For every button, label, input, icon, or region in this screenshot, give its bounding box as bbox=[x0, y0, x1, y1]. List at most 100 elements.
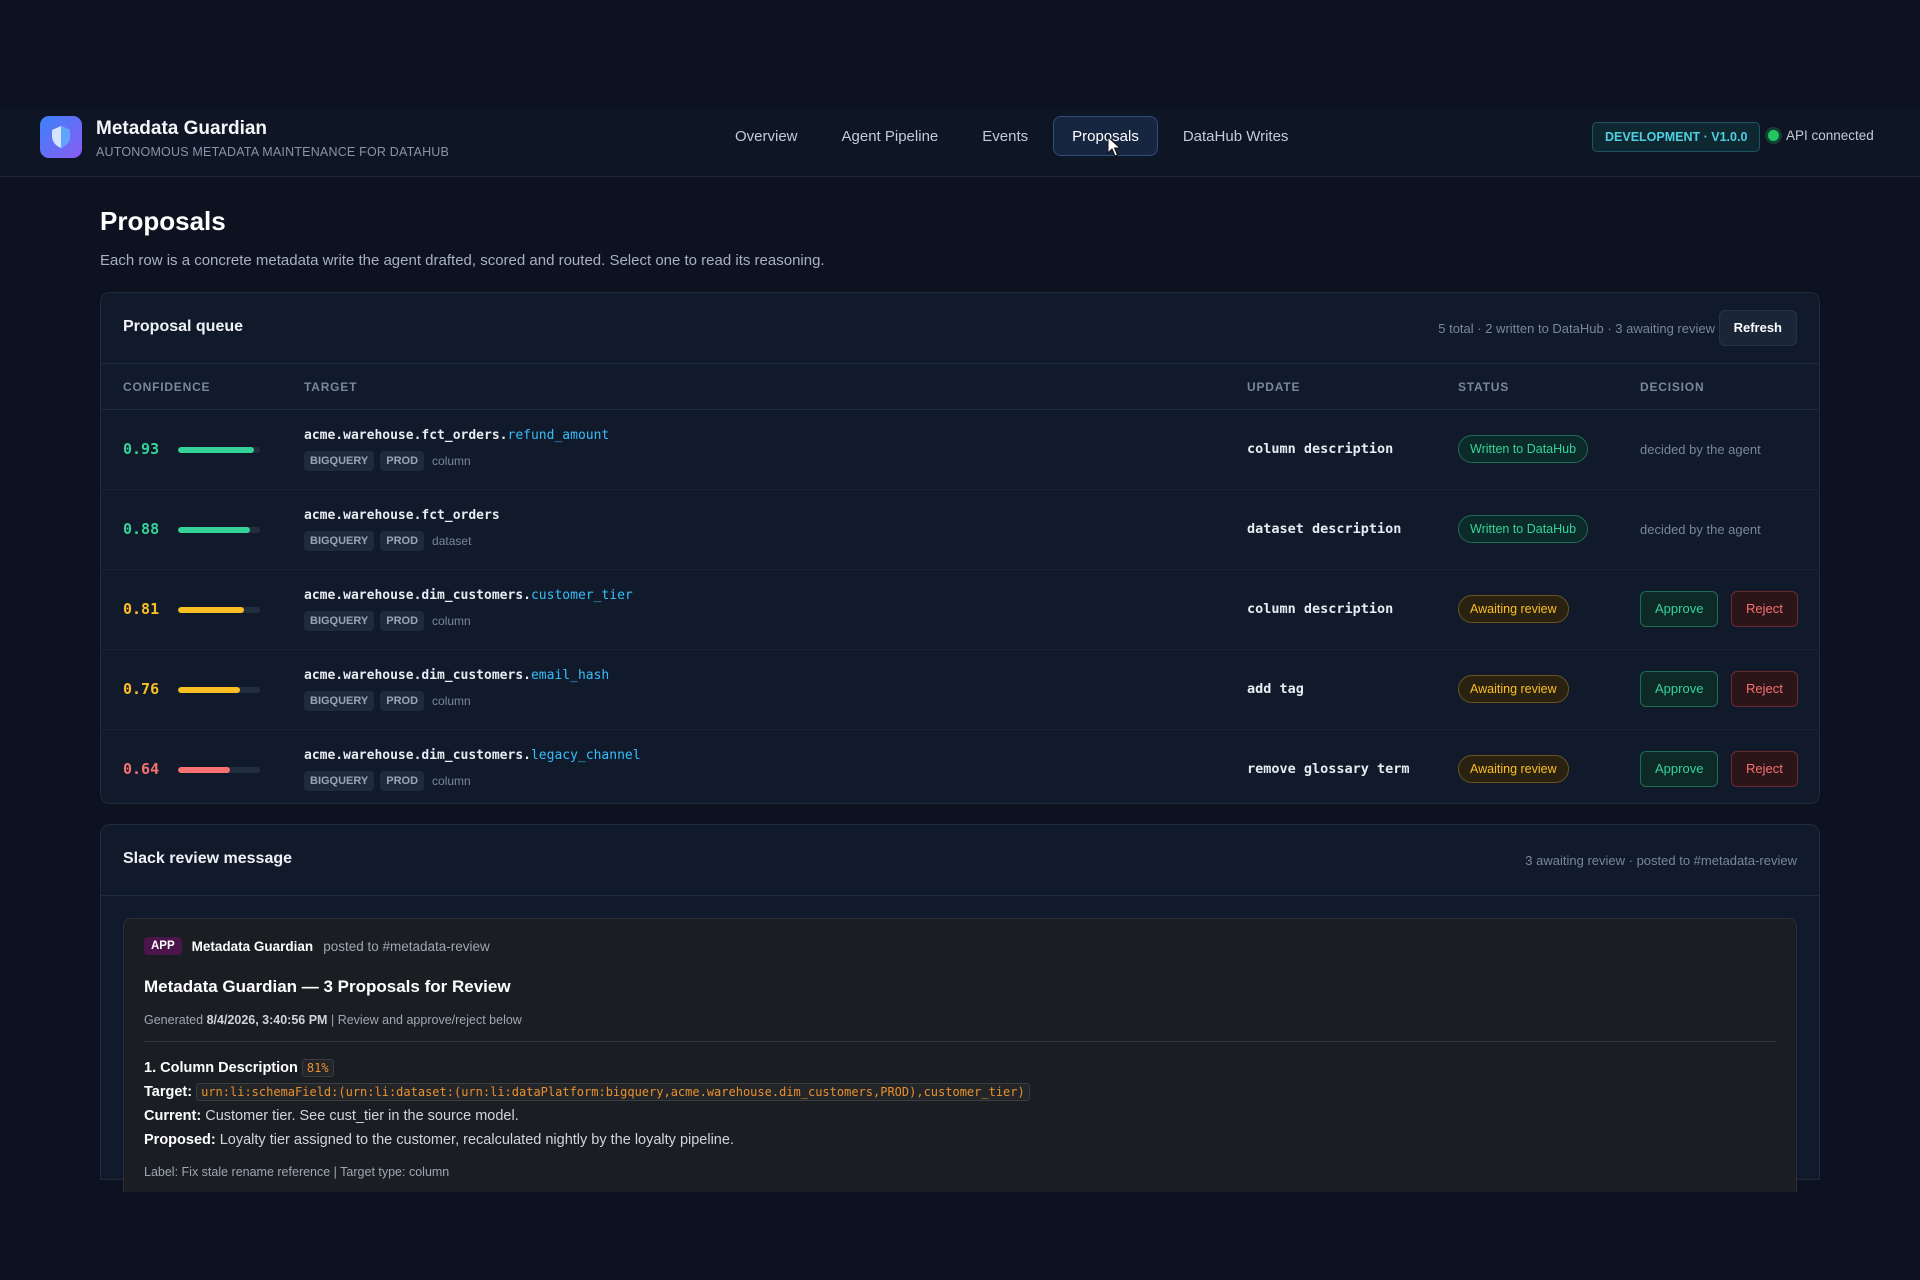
target-tags: BIGQUERY PROD column bbox=[304, 771, 641, 791]
target-field: customer_tier bbox=[530, 588, 633, 603]
api-status-label: API connected bbox=[1786, 128, 1874, 143]
table-row[interactable]: 0.81 acme.warehouse.dim_customers.custome… bbox=[101, 570, 1819, 650]
target-urn: acme.warehouse.dim_customers.legacy_chan… bbox=[304, 748, 641, 763]
target-field: email_hash bbox=[530, 668, 610, 683]
target-urn: acme.warehouse.dim_customers.customer_ti… bbox=[304, 588, 633, 603]
update-type: remove glossary term bbox=[1247, 761, 1410, 777]
slack-review-meta: 3 awaiting review · posted to #metadata-… bbox=[1525, 853, 1797, 868]
target-tags: BIGQUERY PROD dataset bbox=[304, 531, 500, 551]
slack-item-title: 1. Column Description bbox=[144, 1060, 298, 1076]
slack-sender: Metadata Guardian bbox=[191, 938, 314, 954]
target-cell: acme.warehouse.fct_orders.refund_amount B… bbox=[304, 428, 609, 471]
tab-overview[interactable]: Overview bbox=[716, 116, 817, 156]
tab-events[interactable]: Events bbox=[963, 116, 1047, 156]
target-tags: BIGQUERY PROD column bbox=[304, 691, 609, 711]
target-urn: acme.warehouse.fct_orders bbox=[304, 508, 500, 523]
target-path: acme.warehouse.fct_orders. bbox=[304, 428, 508, 443]
generated-prefix: Generated bbox=[144, 1013, 204, 1027]
table-row[interactable]: 0.76 acme.warehouse.dim_customers.email_h… bbox=[101, 650, 1819, 730]
entity-kind: column bbox=[432, 454, 471, 468]
slack-generated-line: Generated 8/4/2026, 3:40:56 PM | Review … bbox=[144, 1013, 1776, 1042]
slack-review-title: Slack review message bbox=[123, 850, 293, 867]
app-header: Metadata Guardian AUTONOMOUS METADATA MA… bbox=[0, 108, 1920, 177]
target-field: legacy_channel bbox=[530, 748, 641, 763]
reject-button[interactable]: Reject bbox=[1731, 591, 1798, 627]
proposed-value: Loyalty tier assigned to the customer, r… bbox=[219, 1132, 734, 1148]
env-tag: PROD bbox=[380, 531, 425, 551]
column-header-decision: DECISION bbox=[1640, 380, 1705, 394]
tab-proposals[interactable]: Proposals bbox=[1053, 116, 1158, 156]
slack-message-header: APP Metadata Guardian posted to #metadat… bbox=[144, 937, 1776, 955]
tab-datahub-writes[interactable]: DataHub Writes bbox=[1164, 116, 1308, 156]
entity-kind: column bbox=[432, 774, 471, 788]
platform-tag: BIGQUERY bbox=[304, 611, 375, 631]
target-path: acme.warehouse.dim_customers. bbox=[304, 588, 531, 603]
api-status: API connected bbox=[1768, 128, 1874, 143]
confidence-bar-fill bbox=[178, 607, 245, 613]
slack-message-container: APP Metadata Guardian posted to #metadat… bbox=[101, 896, 1819, 1192]
app-logo bbox=[40, 116, 82, 158]
confidence-bar-fill bbox=[178, 687, 241, 693]
column-header-target: TARGET bbox=[304, 380, 358, 394]
confidence-bar bbox=[178, 687, 260, 693]
generated-time: 8/4/2026, 3:40:56 PM bbox=[206, 1013, 328, 1027]
update-type: add tag bbox=[1247, 681, 1304, 697]
approve-button[interactable]: Approve bbox=[1640, 751, 1719, 787]
app-title: Metadata Guardian bbox=[96, 118, 268, 139]
status-badge: Awaiting review bbox=[1458, 595, 1569, 623]
tab-agent-pipeline[interactable]: Agent Pipeline bbox=[823, 116, 958, 156]
confidence-bar-fill bbox=[178, 767, 231, 773]
refresh-button[interactable]: Refresh bbox=[1718, 310, 1797, 346]
current-label: Current: bbox=[144, 1108, 202, 1124]
table-row[interactable]: 0.64 acme.warehouse.dim_customers.legacy_… bbox=[101, 730, 1819, 809]
platform-tag: BIGQUERY bbox=[304, 691, 375, 711]
status-badge: Written to DataHub bbox=[1458, 515, 1589, 543]
confidence-value: 0.64 bbox=[123, 760, 160, 778]
slack-item-footer: Label: Fix stale rename reference | Targ… bbox=[144, 1165, 450, 1179]
slack-message-title: Metadata Guardian — 3 Proposals for Revi… bbox=[144, 977, 511, 996]
mouse-cursor-icon bbox=[1107, 136, 1121, 157]
entity-kind: column bbox=[432, 614, 471, 628]
proposal-queue-card: Proposal queue 5 total · 2 written to Da… bbox=[100, 292, 1820, 804]
app-subtitle: AUTONOMOUS METADATA MAINTENANCE FOR DATA… bbox=[96, 145, 450, 159]
target-path: acme.warehouse.dim_customers. bbox=[304, 748, 531, 763]
env-tag: PROD bbox=[380, 691, 425, 711]
status-badge: Written to DataHub bbox=[1458, 435, 1589, 463]
column-header-update: UPDATE bbox=[1247, 380, 1301, 394]
table-header: CONFIDENCE TARGET UPDATE STATUS DECISION bbox=[101, 364, 1819, 410]
decision-note: decided by the agent bbox=[1640, 442, 1761, 457]
target-path: acme.warehouse.fct_orders bbox=[304, 508, 500, 523]
table-row[interactable]: 0.93 acme.warehouse.fct_orders.refund_amo… bbox=[101, 410, 1819, 490]
reject-button[interactable]: Reject bbox=[1731, 751, 1798, 787]
approve-button[interactable]: Approve bbox=[1640, 671, 1719, 707]
target-field: refund_amount bbox=[507, 428, 610, 443]
generated-suffix: | Review and approve/reject below bbox=[330, 1013, 522, 1027]
platform-tag: BIGQUERY bbox=[304, 771, 375, 791]
slack-message: APP Metadata Guardian posted to #metadat… bbox=[123, 918, 1797, 1192]
slack-target-urn: urn:li:schemaField:(urn:li:dataset:(urn:… bbox=[196, 1083, 1030, 1101]
target-cell: acme.warehouse.fct_orders BIGQUERY PROD dat… bbox=[304, 508, 500, 551]
environment-badge: DEVELOPMENT · V1.0.0 bbox=[1592, 122, 1761, 152]
target-path: acme.warehouse.dim_customers. bbox=[304, 668, 531, 683]
shield-icon bbox=[52, 126, 70, 148]
slack-channel-note: posted to #metadata-review bbox=[323, 938, 490, 954]
app-tag: APP bbox=[144, 937, 182, 955]
target-tags: BIGQUERY PROD column bbox=[304, 451, 609, 471]
status-badge: Awaiting review bbox=[1458, 675, 1569, 703]
page-title: Proposals bbox=[100, 206, 226, 236]
confidence-bar bbox=[178, 527, 260, 533]
status-badge: Awaiting review bbox=[1458, 755, 1569, 783]
confidence-value: 0.81 bbox=[123, 600, 160, 618]
approve-button[interactable]: Approve bbox=[1640, 591, 1719, 627]
confidence-bar-fill bbox=[178, 527, 251, 533]
slack-proposal-item: 1. Column Description 81% Target: urn:li… bbox=[144, 1056, 1776, 1184]
table-row[interactable]: 0.88 acme.warehouse.fct_orders BIGQUERY PRO… bbox=[101, 490, 1819, 570]
target-tags: BIGQUERY PROD column bbox=[304, 611, 633, 631]
confidence-value: 0.93 bbox=[123, 440, 160, 458]
target-urn: acme.warehouse.dim_customers.email_hash bbox=[304, 668, 609, 683]
confidence-value: 0.76 bbox=[123, 680, 160, 698]
proposal-table-body: 0.93 acme.warehouse.fct_orders.refund_amo… bbox=[101, 410, 1819, 809]
target-cell: acme.warehouse.dim_customers.legacy_chan… bbox=[304, 748, 641, 791]
reject-button[interactable]: Reject bbox=[1731, 671, 1798, 707]
proposal-queue-summary: 5 total · 2 written to DataHub · 3 await… bbox=[1438, 321, 1715, 336]
